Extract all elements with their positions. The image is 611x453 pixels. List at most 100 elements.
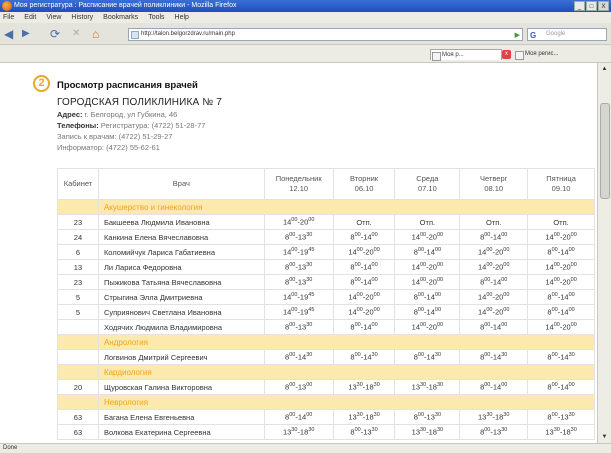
- doctor-name[interactable]: Стрыгина Элла Дмитриевна: [97, 289, 265, 305]
- schedule-cell[interactable]: Отп.: [459, 214, 529, 230]
- schedule-cell[interactable]: 1330-1830: [332, 409, 396, 425]
- menu-bookmarks[interactable]: Bookmarks: [103, 12, 138, 23]
- menu-tools[interactable]: Tools: [148, 12, 164, 23]
- schedule-cell[interactable]: Отп.: [394, 214, 461, 230]
- menu-edit[interactable]: Edit: [24, 12, 36, 23]
- go-icon[interactable]: ▶: [515, 30, 520, 41]
- home-icon[interactable]: ⌂: [92, 27, 99, 41]
- schedule-cell[interactable]: 1400-2000: [394, 259, 461, 275]
- doctor-name[interactable]: Канкина Елена Вячеславовна: [97, 229, 265, 245]
- url-bar[interactable]: http://talon.belgorzdrav.ru/main.php ▶: [128, 28, 523, 41]
- menu-help[interactable]: Help: [175, 12, 189, 23]
- schedule-cell[interactable]: 800-1430: [263, 349, 334, 365]
- schedule-cell[interactable]: 800-1430: [394, 349, 461, 365]
- window-title: Моя регистратура : Расписание врачей пол…: [14, 2, 237, 9]
- schedule-cell[interactable]: 800-1330: [263, 319, 334, 335]
- schedule-cell[interactable]: 1400-2000: [459, 289, 529, 305]
- schedule-cell[interactable]: 800-1400: [527, 289, 595, 305]
- maximize-button[interactable]: □: [586, 1, 597, 11]
- schedule-cell[interactable]: 800-1300: [263, 379, 334, 395]
- schedule-cell[interactable]: 1400-2000: [459, 259, 529, 275]
- menu-view[interactable]: View: [46, 12, 61, 23]
- vertical-scrollbar[interactable]: ▲ ▼: [597, 63, 611, 443]
- schedule-cell[interactable]: 1400-1945: [263, 289, 334, 305]
- schedule-cell[interactable]: 800-1400: [263, 409, 334, 425]
- reload-icon[interactable]: ⟳: [50, 27, 60, 41]
- schedule-cell[interactable]: 800-1330: [263, 274, 334, 290]
- schedule-cell[interactable]: 800-1330: [459, 424, 529, 440]
- doctor-name[interactable]: Волкова Екатерина Сергеевна: [97, 424, 265, 440]
- minimize-button[interactable]: _: [574, 1, 585, 11]
- scroll-thumb[interactable]: [600, 103, 610, 199]
- doctor-name[interactable]: Пыжикова Татьяна Вячеславовна: [97, 274, 265, 290]
- schedule-cell[interactable]: 800-1430: [527, 349, 595, 365]
- menu-file[interactable]: File: [3, 12, 14, 23]
- schedule-cell[interactable]: 800-1400: [459, 274, 529, 290]
- doctor-name[interactable]: Бакшеева Людмила Ивановна: [97, 214, 265, 230]
- schedule-cell[interactable]: 800-1330: [394, 409, 461, 425]
- tab-2[interactable]: Моя регис...: [514, 49, 580, 60]
- doctor-name[interactable]: Ли Лариса Федоровна: [97, 259, 265, 275]
- schedule-cell[interactable]: 1400-2000: [527, 229, 595, 245]
- schedule-cell[interactable]: 1400-1945: [263, 304, 334, 320]
- schedule-cell[interactable]: 800-1400: [527, 244, 595, 260]
- table-row: Ходячих Людмила Владимировна 800-1330 800-…: [57, 319, 595, 335]
- schedule-cell[interactable]: 1400-2000: [332, 289, 396, 305]
- schedule-cell[interactable]: 800-1400: [459, 229, 529, 245]
- schedule-cell[interactable]: 1400-2000: [527, 319, 595, 335]
- doctor-name[interactable]: Щуровская Галина Викторовна: [97, 379, 265, 395]
- back-icon[interactable]: ◀: [4, 27, 13, 41]
- schedule-cell[interactable]: 1400-2000: [527, 259, 595, 275]
- schedule-cell[interactable]: 1330-1830: [394, 379, 461, 395]
- schedule-cell[interactable]: 800-1400: [459, 379, 529, 395]
- schedule-cell[interactable]: 1400-1945: [263, 244, 334, 260]
- schedule-cell[interactable]: 800-1400: [527, 304, 595, 320]
- schedule-cell[interactable]: 1400-2000: [459, 304, 529, 320]
- schedule-cell[interactable]: 1400-2000: [527, 274, 595, 290]
- schedule-cell[interactable]: 800-1330: [527, 409, 595, 425]
- schedule-cell[interactable]: 800-1400: [332, 319, 396, 335]
- forward-icon[interactable]: ▶: [22, 27, 30, 41]
- schedule-cell[interactable]: 800-1330: [263, 229, 334, 245]
- schedule-cell[interactable]: 800-1400: [394, 289, 461, 305]
- tab-1[interactable]: Моя р...: [430, 49, 502, 61]
- schedule-cell[interactable]: 1400-2000: [459, 244, 529, 260]
- schedule-cell[interactable]: 1330-1830: [332, 379, 396, 395]
- schedule-cell[interactable]: 1400-2000: [332, 244, 396, 260]
- scroll-up-icon[interactable]: ▲: [598, 63, 611, 75]
- schedule-cell[interactable]: Отп.: [332, 214, 396, 230]
- schedule-cell[interactable]: 1400-2000: [394, 274, 461, 290]
- schedule-cell[interactable]: 800-1400: [332, 229, 396, 245]
- schedule-cell[interactable]: 800-1330: [263, 259, 334, 275]
- tab-close-icon[interactable]: x: [502, 50, 511, 59]
- schedule-cell[interactable]: 1330-1830: [459, 409, 529, 425]
- schedule-cell[interactable]: 1330-1830: [394, 424, 461, 440]
- doctor-name[interactable]: Багана Елена Евгеньевна: [97, 409, 265, 425]
- schedule-cell[interactable]: 1400-2000: [332, 304, 396, 320]
- schedule-cell[interactable]: 1330-1830: [263, 424, 334, 440]
- status-bar: Done: [0, 443, 611, 453]
- schedule-cell[interactable]: 1330-1830: [527, 424, 595, 440]
- doctor-name[interactable]: Логвинов Дмитрий Сергеевич: [97, 349, 265, 365]
- schedule-cell[interactable]: 800-1430: [332, 349, 396, 365]
- schedule-cell[interactable]: 800-1400: [332, 274, 396, 290]
- schedule-cell[interactable]: 800-1430: [459, 349, 529, 365]
- schedule-cell[interactable]: 800-1330: [332, 424, 396, 440]
- schedule-cell[interactable]: Отп.: [527, 214, 595, 230]
- schedule-cell[interactable]: 800-1400: [394, 244, 461, 260]
- stop-icon[interactable]: ✕: [72, 27, 80, 41]
- scroll-down-icon[interactable]: ▼: [598, 431, 611, 443]
- close-button[interactable]: X: [598, 1, 609, 11]
- schedule-cell[interactable]: 800-1400: [459, 319, 529, 335]
- schedule-cell[interactable]: 1400-2000: [263, 214, 334, 230]
- doctor-name[interactable]: Суприянович Светлана Ивановна: [97, 304, 265, 320]
- schedule-cell[interactable]: 1400-2000: [394, 229, 461, 245]
- doctor-name[interactable]: Ходячих Людмила Владимировна: [97, 319, 265, 335]
- doctor-name[interactable]: Коломийчук Лариса Габатиевна: [97, 244, 265, 260]
- schedule-cell[interactable]: 1400-2000: [394, 319, 461, 335]
- schedule-cell[interactable]: 800-1400: [394, 304, 461, 320]
- schedule-cell[interactable]: 800-1400: [332, 259, 396, 275]
- schedule-cell[interactable]: 800-1400: [527, 379, 595, 395]
- search-box[interactable]: G Google: [527, 28, 607, 41]
- menu-history[interactable]: History: [71, 12, 93, 23]
